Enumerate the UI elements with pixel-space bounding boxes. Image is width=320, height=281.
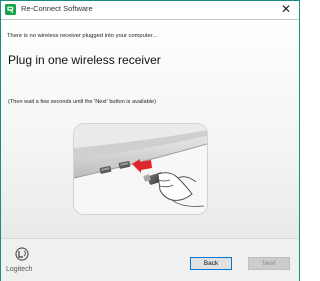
page-heading: Plug in one wireless receiver: [8, 53, 161, 67]
reconnect-window: Re-Connect Software ✕ There is no wirele…: [0, 0, 300, 281]
content-area: There is no wireless receiver plugged in…: [1, 20, 299, 238]
app-icon: [5, 4, 16, 15]
wait-hint: (Then wait a few seconds until the 'Next…: [8, 99, 156, 105]
next-button[interactable]: Next: [248, 257, 290, 270]
back-button[interactable]: Back: [190, 257, 232, 270]
close-button[interactable]: ✕: [277, 2, 295, 17]
title-bar[interactable]: Re-Connect Software ✕: [1, 1, 299, 20]
usb-receiver-plugging-icon: [74, 124, 207, 214]
footer-bar: Logitech Back Next: [1, 238, 299, 281]
window-title: Re-Connect Software: [21, 4, 93, 13]
logitech-logo-text: Logitech: [6, 266, 33, 273]
logitech-logo-icon: [15, 247, 29, 261]
no-receiver-notice: There is no wireless receiver plugged in…: [7, 33, 158, 39]
